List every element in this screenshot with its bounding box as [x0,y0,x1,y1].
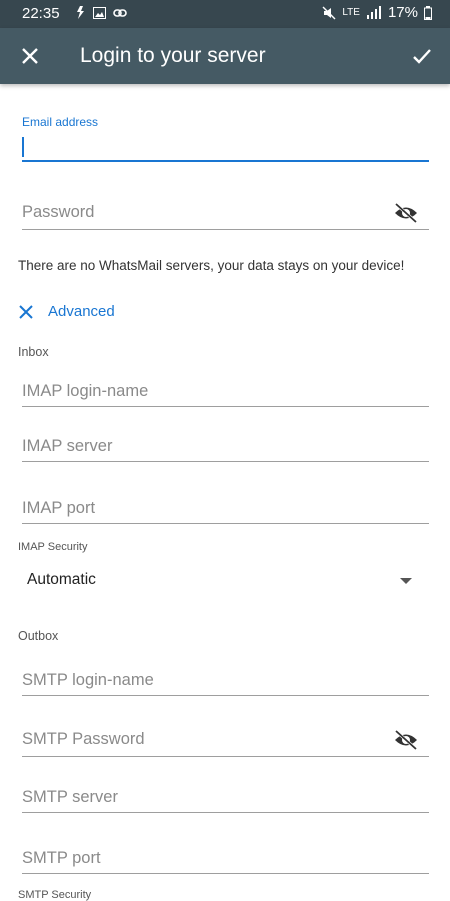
advanced-label: Advanced [48,303,115,320]
smtp-security-label: SMTP Security [18,889,92,901]
system-icons: LTE 17% [322,4,432,21]
text-cursor [22,137,24,157]
notification-icons [74,6,127,19]
imap-port-field[interactable]: IMAP port [22,497,429,524]
imap-port-underline [22,523,429,524]
email-label: Email address [22,115,99,129]
page-title: Login to your server [80,44,266,67]
smtp-login-field[interactable]: SMTP login-name [22,669,429,696]
app-notification-icon [77,6,84,19]
smtp-login-placeholder: SMTP login-name [22,671,154,689]
email-field[interactable] [22,134,429,162]
app-bar: Login to your server [0,28,450,84]
imap-login-placeholder: IMAP login-name [22,382,149,400]
privacy-info-text: There are no WhatsMail servers, your dat… [18,258,405,273]
password-placeholder: Password [22,203,95,221]
smtp-server-placeholder: SMTP server [22,788,118,806]
signal-icon [366,6,381,19]
close-icon[interactable] [18,44,42,68]
inbox-label: Inbox [18,345,49,359]
imap-server-field[interactable]: IMAP server [22,435,429,462]
imap-login-field[interactable]: IMAP login-name [22,380,429,407]
battery-percent: 17% [387,4,418,21]
imap-security-value: Automatic [27,571,96,588]
confirm-check-icon[interactable] [410,44,434,68]
imap-server-placeholder: IMAP server [22,437,113,455]
smtp-port-placeholder: SMTP port [22,849,101,867]
imap-login-underline [22,406,429,407]
smtp-visibility-off-icon[interactable] [393,729,419,751]
visibility-off-icon[interactable] [393,202,419,224]
mute-icon [322,6,336,19]
smtp-server-underline [22,812,429,813]
battery-icon [424,5,432,20]
email-underline [22,160,429,162]
smtp-password-underline [22,756,429,757]
imap-security-select[interactable]: Automatic [22,568,422,594]
network-type: LTE [342,7,360,18]
smtp-port-field[interactable]: SMTP port [22,847,429,874]
image-icon [93,6,106,19]
smtp-port-underline [22,873,429,874]
password-underline [22,229,429,230]
password-field[interactable]: Password [22,200,429,230]
close-advanced-icon [19,304,33,319]
imap-security-label: IMAP Security [18,541,88,553]
status-time: 22:35 [22,5,60,22]
outbox-label: Outbox [18,629,59,643]
smtp-server-field[interactable]: SMTP server [22,786,429,813]
advanced-toggle[interactable]: Advanced [18,303,115,320]
dropdown-arrow-icon [400,578,412,584]
link-icon [113,8,127,17]
smtp-password-field[interactable]: SMTP Password [22,726,429,757]
smtp-login-underline [22,695,429,696]
imap-port-placeholder: IMAP port [22,499,96,517]
imap-server-underline [22,461,429,462]
status-bar: 22:35 LTE 17% [0,0,450,28]
smtp-password-placeholder: SMTP Password [22,730,145,748]
